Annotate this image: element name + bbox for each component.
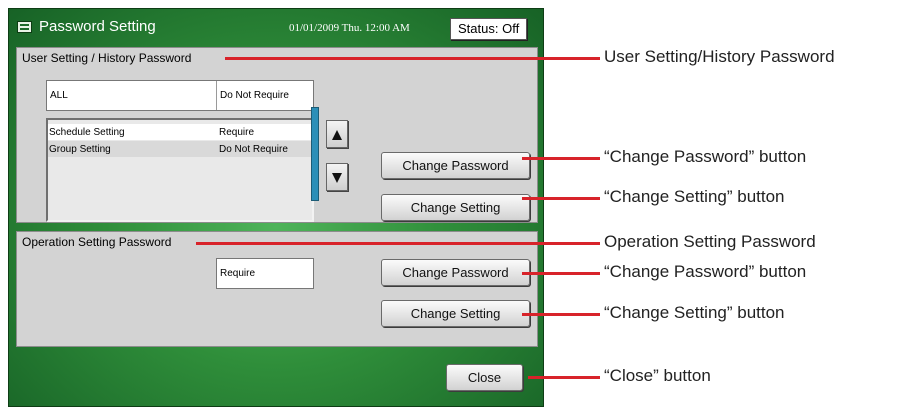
change-password-button-user[interactable]: Change Password	[381, 152, 530, 179]
callout-line	[522, 157, 600, 160]
password-setting-screen: Password Setting 01/01/2009 Thu. 12:00 A…	[8, 8, 544, 407]
operation-setting-panel: Operation Setting Password Require Chang…	[16, 231, 538, 347]
change-password-button-operation[interactable]: Change Password	[381, 259, 530, 286]
user-list: Schedule Setting Require Group Setting D…	[46, 118, 314, 222]
list-item-name: Group Setting	[49, 144, 111, 155]
operation-password-value[interactable]: Require	[216, 258, 314, 289]
callout-line	[225, 57, 600, 60]
callout-line	[528, 376, 600, 379]
list-item-name: Schedule Setting	[49, 127, 125, 138]
status-badge: Status: Off	[450, 18, 528, 40]
callout-user-section: User Setting/History Password	[604, 47, 835, 66]
list-item-value: Do Not Require	[219, 144, 288, 155]
list-item-value: Require	[219, 127, 255, 138]
list-scrollbar[interactable]	[311, 107, 319, 201]
all-row-name: ALL	[50, 90, 68, 101]
date-time: 01/01/2009 Thu. 12:00 AM	[289, 22, 410, 34]
callout-line	[522, 313, 600, 316]
arrow-down-icon	[332, 173, 342, 183]
callout-line	[522, 272, 600, 275]
user-section-label: User Setting / History Password	[22, 51, 192, 65]
callout-line	[196, 242, 600, 245]
close-button[interactable]: Close	[446, 364, 523, 391]
callout-change-setting-1: “Change Setting” button	[604, 187, 785, 206]
callout-close: “Close” button	[604, 366, 711, 385]
change-setting-button-user[interactable]: Change Setting	[381, 194, 530, 221]
scroll-down-button[interactable]	[326, 163, 348, 191]
operation-section-label: Operation Setting Password	[22, 235, 172, 249]
callout-change-password-2: “Change Password” button	[604, 262, 807, 281]
arrow-up-icon	[332, 130, 342, 140]
list-item[interactable]: Schedule Setting Require	[48, 124, 312, 140]
change-setting-button-operation[interactable]: Change Setting	[381, 300, 530, 327]
window-icon	[17, 21, 32, 33]
all-row-value: Do Not Require	[220, 90, 289, 101]
callout-line	[522, 197, 600, 200]
operation-password-value-text: Require	[220, 268, 256, 279]
callout-operation-section: Operation Setting Password	[604, 232, 816, 251]
scroll-up-button[interactable]	[326, 120, 348, 148]
callout-change-setting-2: “Change Setting” button	[604, 303, 785, 322]
window-title: Password Setting	[39, 18, 156, 35]
callout-change-password-1: “Change Password” button	[604, 147, 807, 166]
user-setting-panel: User Setting / History Password ALL Do N…	[16, 47, 538, 223]
list-item[interactable]: Group Setting Do Not Require	[48, 141, 312, 157]
title-bar: Password Setting 01/01/2009 Thu. 12:00 A…	[9, 9, 543, 45]
all-row[interactable]: ALL Do Not Require	[46, 80, 314, 111]
